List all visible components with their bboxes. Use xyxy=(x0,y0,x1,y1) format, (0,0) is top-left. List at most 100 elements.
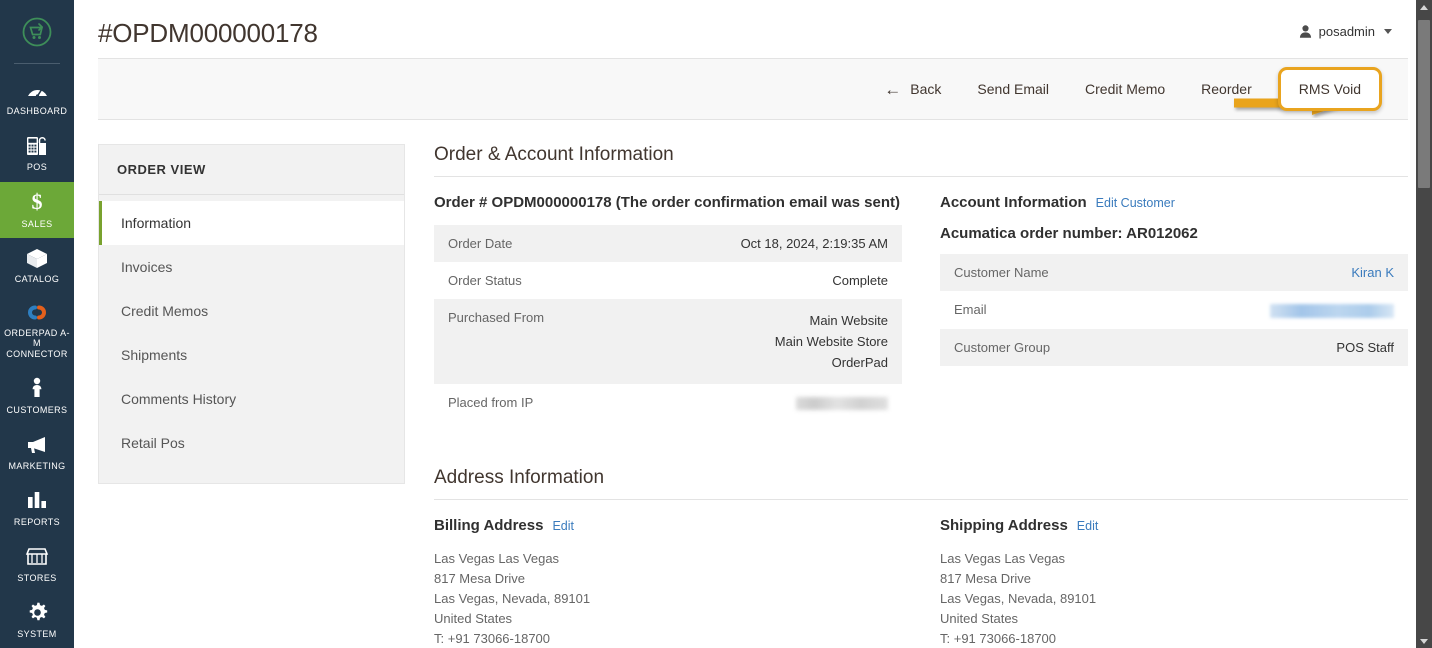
svg-text:$: $ xyxy=(32,190,43,214)
logo[interactable] xyxy=(0,0,74,59)
order-heading: Order # OPDM000000178 (The order confirm… xyxy=(434,194,900,211)
gear-icon xyxy=(26,601,49,624)
scrollbar-thumb[interactable] xyxy=(1418,20,1430,188)
sidebar-item-label: SALES xyxy=(21,218,53,229)
shipping-address-edit-link[interactable]: Edit xyxy=(1077,518,1099,535)
purchased-from-label: Purchased From xyxy=(434,299,678,385)
customer-group-value: POS Staff xyxy=(1183,328,1408,366)
sidebar-item-label: DASHBOARD xyxy=(6,106,68,117)
address-section-title: Address Information xyxy=(434,467,1408,501)
sidebar-item-label: CATALOG xyxy=(14,274,60,285)
table-row: Order Status Complete xyxy=(434,262,902,299)
email-value xyxy=(1183,291,1408,329)
send-email-button[interactable]: Send Email xyxy=(959,73,1067,105)
order-detail: Order & Account Information Order # OPDM… xyxy=(405,144,1408,648)
back-button-label: Back xyxy=(910,81,942,97)
sidebar-item-label: MARKETING xyxy=(8,460,66,471)
order-account-section-title: Order & Account Information xyxy=(434,144,1408,177)
billing-address-edit-link[interactable]: Edit xyxy=(552,518,574,535)
order-view-heading: ORDER VIEW xyxy=(99,145,404,195)
order-date-label: Order Date xyxy=(434,225,678,263)
chain-link-icon xyxy=(24,303,50,323)
customer-name-label: Customer Name xyxy=(940,254,1184,292)
order-status-value: Complete xyxy=(832,273,888,289)
sidebar-item-marketing[interactable]: MARKETING xyxy=(0,424,74,480)
chevron-down-icon xyxy=(1420,638,1428,644)
billing-address-lines: Las Vegas Las Vegas 817 Mesa Drive Las V… xyxy=(434,550,591,647)
admin-order-view-page: DASHBOARD POS $ SALES CATALOG ORDERPAD A… xyxy=(0,0,1432,648)
back-button[interactable]: ← Back xyxy=(866,73,959,106)
table-row: Order Date Oct 18, 2024, 2:19:35 AM xyxy=(434,225,902,263)
customer-name-link[interactable]: Kiran K xyxy=(1351,265,1394,280)
shipping-address-lines: Las Vegas Las Vegas 817 Mesa Drive Las V… xyxy=(940,550,1097,647)
order-view-menu: Information Invoices Credit Memos Shipme… xyxy=(99,195,404,483)
order-status-label: Order Status xyxy=(448,273,522,289)
pos-terminal-icon xyxy=(25,135,49,158)
order-information-column: Order # OPDM000000178 (The order confirm… xyxy=(434,193,902,421)
order-account-columns: Order # OPDM000000178 (The order confirm… xyxy=(434,193,1408,421)
redacted-ip xyxy=(796,397,888,411)
dollar-sign-icon: $ xyxy=(29,190,45,214)
sidebar-item-stores[interactable]: STORES xyxy=(0,536,74,592)
bar-chart-icon xyxy=(26,489,48,512)
shipping-address-column: Shipping Address Edit Las Vegas Las Vega… xyxy=(940,516,1408,648)
sidebar-item-label: ORDERPAD A-M CONNECTOR xyxy=(4,327,70,359)
scroll-up-button[interactable] xyxy=(1416,0,1432,14)
order-view-item-information[interactable]: Information xyxy=(99,201,404,245)
credit-memo-button[interactable]: Credit Memo xyxy=(1067,73,1183,105)
sidebar-item-pos[interactable]: POS xyxy=(0,126,74,182)
page-actions-toolbar: ← Back Send Email Credit Memo Reorder RM… xyxy=(98,58,1408,120)
order-view-item-invoices[interactable]: Invoices xyxy=(99,245,404,289)
order-view-panel: ORDER VIEW Information Invoices Credit M… xyxy=(98,144,405,484)
redacted-email xyxy=(1270,303,1394,318)
account-information-title: Account Information xyxy=(940,194,1087,211)
chevron-up-icon xyxy=(1420,4,1428,10)
reorder-button[interactable]: Reorder xyxy=(1183,73,1270,105)
order-view-item-comments-history[interactable]: Comments History xyxy=(99,377,404,421)
sidebar-item-orderpad-am-connector[interactable]: ORDERPAD A-M CONNECTOR xyxy=(0,294,74,368)
rms-void-button[interactable]: RMS Void xyxy=(1277,67,1382,111)
sidebar-item-customers[interactable]: CUSTOMERS xyxy=(0,368,74,424)
content-area: ORDER VIEW Information Invoices Credit M… xyxy=(74,120,1432,648)
sidebar-item-label: SYSTEM xyxy=(17,628,57,639)
table-row: Purchased From Main Website Main Website… xyxy=(434,299,902,385)
sidebar-item-dashboard[interactable]: DASHBOARD xyxy=(0,70,74,126)
order-view-item-credit-memos[interactable]: Credit Memos xyxy=(99,289,404,333)
sidebar-item-sales[interactable]: $ SALES xyxy=(0,181,74,238)
shipping-address-title: Shipping Address xyxy=(940,517,1068,535)
table-row: Email xyxy=(940,291,1408,329)
order-view-item-shipments[interactable]: Shipments xyxy=(99,333,404,377)
edit-customer-link[interactable]: Edit Customer xyxy=(1096,195,1175,212)
admin-sidebar: DASHBOARD POS $ SALES CATALOG ORDERPAD A… xyxy=(0,0,74,648)
placed-from-ip-label: Placed from IP xyxy=(448,395,534,411)
table-row: Customer Group POS Staff xyxy=(940,328,1408,366)
sidebar-item-system[interactable]: SYSTEM xyxy=(0,592,74,648)
table-row: Customer Name Kiran K xyxy=(940,254,1408,292)
order-information-table: Order Date Oct 18, 2024, 2:19:35 AM Orde… xyxy=(434,225,902,421)
email-label: Email xyxy=(954,302,987,318)
sidebar-item-reports[interactable]: REPORTS xyxy=(0,480,74,536)
page-actions-wrap: ← Back Send Email Credit Memo Reorder RM… xyxy=(74,58,1432,120)
magento-orderpad-logo-icon xyxy=(20,15,54,49)
billing-address-heading: Billing Address Edit xyxy=(434,516,902,536)
main-content: #OPDM000000178 posadmin ← Back Send Emai… xyxy=(74,0,1432,648)
purchased-from-value: Main Website Main Website Store OrderPad xyxy=(677,299,902,385)
sidebar-item-label: STORES xyxy=(17,572,57,583)
sidebar-item-catalog[interactable]: ORDERPAD A-M CONNECTOR CATALOG xyxy=(0,238,74,294)
order-view-item-retail-pos[interactable]: Retail Pos xyxy=(99,421,404,465)
billing-address-column: Billing Address Edit Las Vegas Las Vegas… xyxy=(434,516,902,648)
address-columns: Billing Address Edit Las Vegas Las Vegas… xyxy=(434,516,1408,648)
placed-from-ip-value xyxy=(677,384,902,421)
scroll-down-button[interactable] xyxy=(1416,634,1432,648)
sidebar-item-label: REPORTS xyxy=(13,516,61,527)
page-title: #OPDM000000178 xyxy=(98,18,318,48)
user-menu[interactable]: posadmin xyxy=(1299,16,1392,39)
account-information-heading: Account Information Edit Customer xyxy=(940,193,1408,213)
billing-address-title: Billing Address xyxy=(434,517,544,535)
sidebar-divider xyxy=(14,62,60,64)
sidebar-item-label: CUSTOMERS xyxy=(6,404,68,415)
person-icon xyxy=(29,377,45,400)
vertical-scrollbar[interactable] xyxy=(1416,0,1432,648)
chevron-down-icon xyxy=(1384,29,1392,34)
table-row: Placed from IP xyxy=(434,384,902,421)
